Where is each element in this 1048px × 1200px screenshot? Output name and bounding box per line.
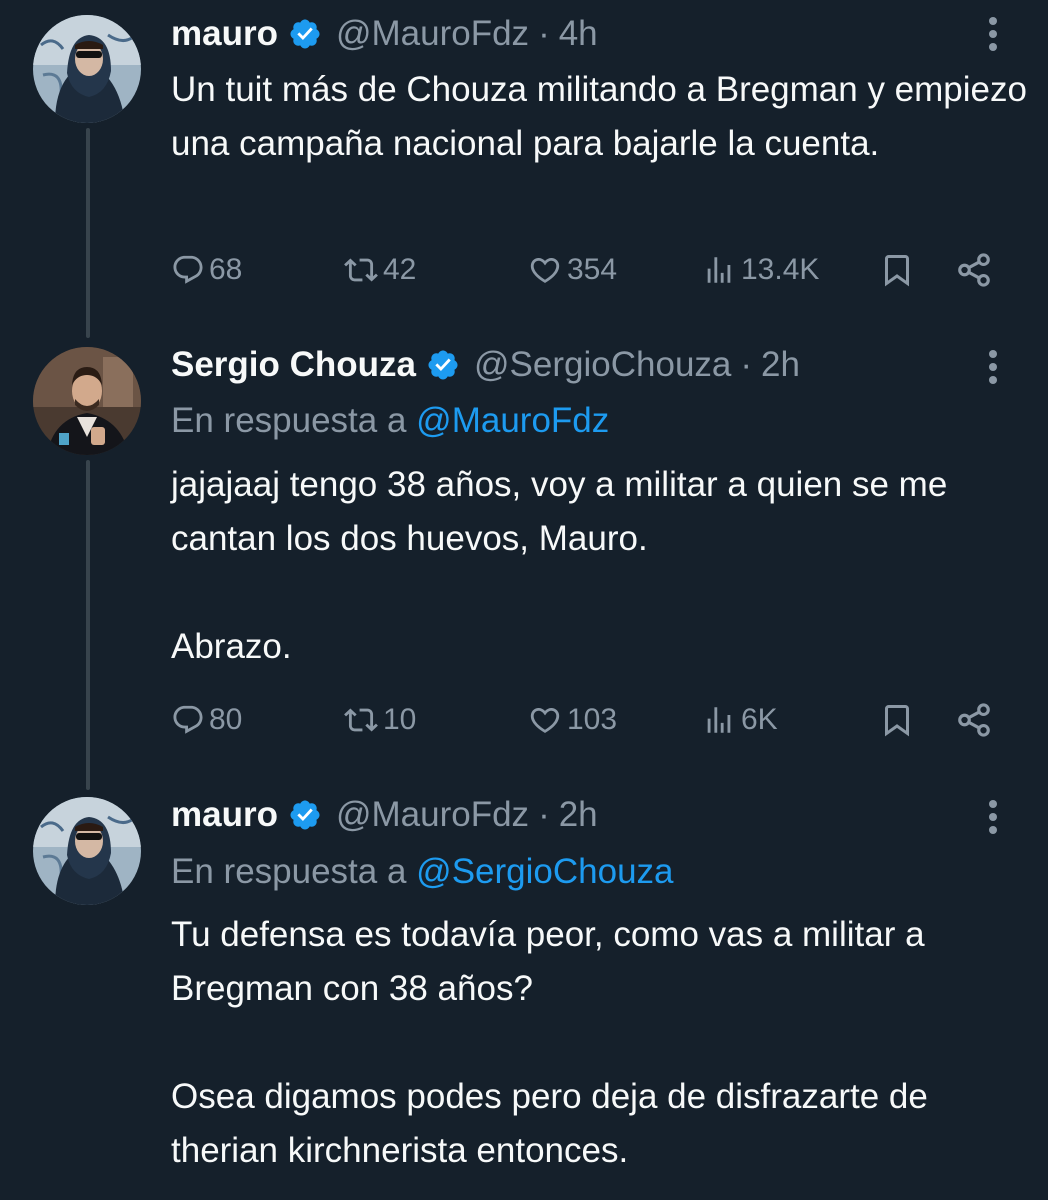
action-bar: 68 42 354 13.4K [171,250,1001,290]
tweet[interactable]: mauro @MauroFdz · 4h Un tuit más de Chou… [0,0,1048,330]
reply-count: 80 [209,703,243,736]
reply-context: En respuesta a @SergioChouza [171,852,674,892]
tweet-paragraph: Abrazo. [171,627,292,666]
share-button[interactable] [955,700,993,740]
views-icon [707,257,731,283]
reply-mention-link[interactable]: @SergioChouza [416,852,673,891]
views-count: 13.4K [741,253,820,286]
views-button[interactable]: 13.4K [701,250,819,290]
more-options-icon[interactable] [978,14,1008,54]
verified-badge-icon [288,17,322,51]
tweet-paragraph: Un tuit más de Chouza militando a Bregma… [171,70,1027,163]
tweet-text: Un tuit más de Chouza militando a Bregma… [171,63,1031,171]
sergio-avatar-image [33,347,141,455]
timestamp[interactable]: 2h [559,795,598,835]
bookmark-icon [885,255,909,287]
user-handle[interactable]: @MauroFdz [336,795,529,835]
user-handle[interactable]: @SergioChouza [474,345,731,385]
repost-count: 42 [383,253,417,286]
like-count: 103 [567,703,618,736]
separator-dot: · [538,795,550,834]
reply-count: 68 [209,253,243,286]
like-icon [530,257,560,283]
tweet[interactable]: Sergio Chouza @SergioChouza · 2h En resp… [0,330,1048,780]
tweet-header: mauro @MauroFdz · 4h [171,14,598,54]
reply-icon [173,705,203,734]
separator-dot: · [538,14,550,53]
avatar[interactable] [33,797,141,905]
tweet-header: Sergio Chouza @SergioChouza · 2h [171,345,800,385]
repost-button[interactable]: 10 [343,700,416,740]
user-handle[interactable]: @MauroFdz [336,14,529,54]
tweet[interactable]: mauro @MauroFdz · 2h En respuesta a @Ser… [0,780,1048,1200]
more-options-icon[interactable] [978,347,1008,387]
like-button[interactable]: 354 [527,250,617,290]
share-icon [958,253,990,287]
tweet-paragraph: Osea digamos podes pero deja de disfraza… [171,1077,928,1170]
tweet-header: mauro @MauroFdz · 2h [171,795,598,835]
repost-icon [344,708,378,732]
share-button[interactable] [955,250,993,290]
display-name[interactable]: mauro [171,14,278,54]
like-count: 354 [567,253,618,286]
like-button[interactable]: 103 [527,700,617,740]
bookmark-button[interactable] [879,250,915,290]
verified-badge-icon [288,798,322,832]
tweet-paragraph: jajajaaj tengo 38 años, voy a militar a … [171,465,948,558]
reply-icon [173,255,203,284]
action-bar: 80 10 103 6K [171,700,1001,740]
reply-prefix: En respuesta a [171,852,407,891]
tweet-text: Tu defensa es todavía peor, como vas a m… [171,908,1031,1178]
timestamp[interactable]: 2h [761,345,800,385]
mauro-avatar-image [33,797,141,905]
repost-count: 10 [383,703,417,736]
verified-badge-icon [426,348,460,382]
mauro-avatar-image [33,15,141,123]
like-icon [530,707,560,733]
reply-button[interactable]: 80 [171,700,242,740]
share-icon [958,703,990,737]
separator-dot: · [740,345,753,384]
timestamp[interactable]: 4h [559,14,598,54]
reply-prefix: En respuesta a [171,401,407,440]
repost-button[interactable]: 42 [343,250,416,290]
bookmark-icon [885,705,909,737]
tweet-text: jajajaaj tengo 38 años, voy a militar a … [171,458,1031,674]
bookmark-button[interactable] [879,700,915,740]
avatar[interactable] [33,15,141,123]
display-name[interactable]: mauro [171,795,278,835]
tweet-paragraph: Tu defensa es todavía peor, como vas a m… [171,915,925,1008]
repost-icon [344,258,378,282]
views-count: 6K [741,703,778,736]
reply-context: En respuesta a @MauroFdz [171,401,609,441]
views-icon [707,707,731,733]
reply-button[interactable]: 68 [171,250,242,290]
reply-mention-link[interactable]: @MauroFdz [416,401,609,440]
avatar[interactable] [33,347,141,455]
more-options-icon[interactable] [978,797,1008,837]
views-button[interactable]: 6K [701,700,778,740]
display-name[interactable]: Sergio Chouza [171,345,416,385]
